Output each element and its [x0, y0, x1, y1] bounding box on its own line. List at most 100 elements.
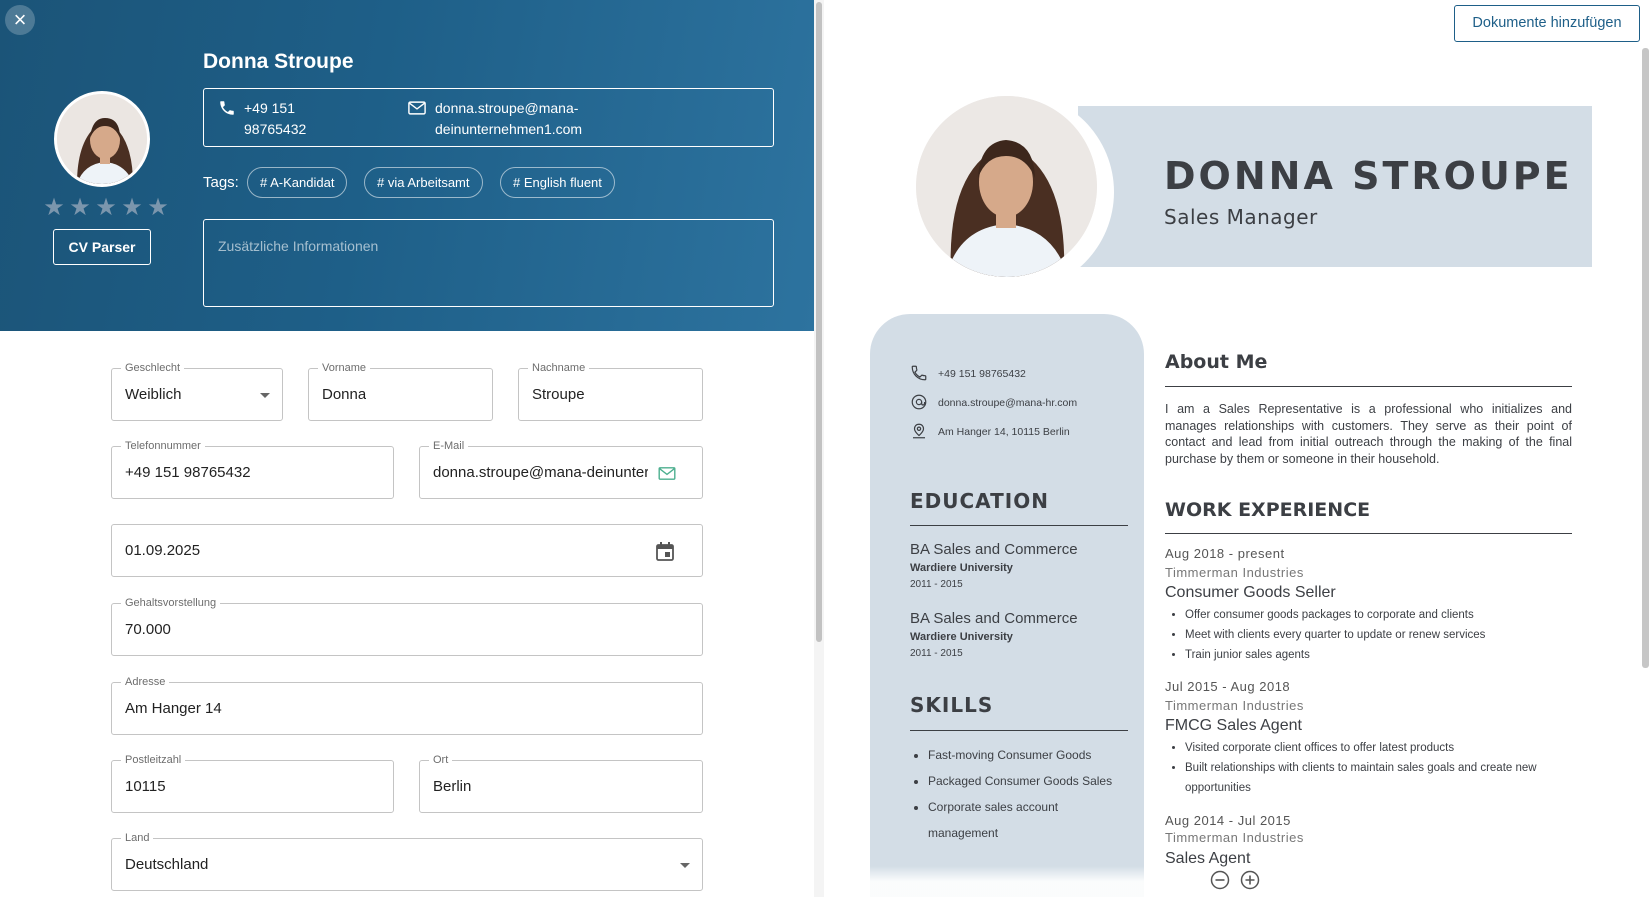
header-phone[interactable]: +49 151 98765432 [244, 98, 354, 140]
last-name-field[interactable]: Nachname Stroupe [518, 361, 703, 421]
education-degree: BA Sales and Commerce [910, 541, 1078, 558]
cv-photo [916, 96, 1097, 277]
tag-chip[interactable]: # A-Kandidat [247, 167, 348, 198]
star-icon[interactable]: ★ [42, 196, 66, 220]
phone-icon [911, 365, 927, 381]
skill-item: Corporate sales account management [928, 794, 1130, 846]
gender-value: Weiblich [125, 386, 182, 403]
header-email[interactable]: donna.stroupe@mana-deinunternehmen1.com [435, 98, 625, 140]
star-icon[interactable]: ★ [146, 196, 170, 220]
gender-select[interactable]: Geschlecht Weiblich [111, 361, 283, 421]
job-title: FMCG Sales Agent [1165, 717, 1302, 734]
chevron-down-icon[interactable] [680, 863, 690, 868]
job-bullet: Built relationships with clients to main… [1185, 758, 1565, 798]
last-name-label: Nachname [528, 361, 590, 375]
candidate-edit-panel: × ★ ★ ★ ★ ★ CV Parser Donna Stroupe +49 … [0, 0, 814, 897]
phone-field[interactable]: Telefonnummer +49 151 98765432 [111, 439, 394, 499]
right-scrollbar-thumb[interactable] [1642, 48, 1649, 668]
location-pin-icon [913, 423, 925, 439]
education-degree: BA Sales and Commerce [910, 610, 1078, 627]
tag-chip[interactable]: # via Arbeitsamt [364, 167, 483, 198]
cv-parser-button[interactable]: CV Parser [53, 229, 151, 265]
first-name-value[interactable]: Donna [322, 386, 366, 403]
work-divider [1165, 533, 1572, 534]
address-field[interactable]: Adresse Am Hanger 14 [111, 675, 703, 735]
education-school: Wardiere University [910, 562, 1013, 574]
job-dates: Aug 2018 - present [1165, 546, 1285, 561]
skills-list: Fast-moving Consumer Goods Packaged Cons… [910, 742, 1130, 846]
country-label: Land [121, 831, 154, 845]
education-school: Wardiere University [910, 631, 1013, 643]
job-dates: Jul 2015 - Aug 2018 [1165, 679, 1291, 694]
zip-value[interactable]: 10115 [125, 778, 166, 795]
star-icon[interactable]: ★ [94, 196, 118, 220]
avatar [54, 91, 150, 187]
education-years: 2011 - 2015 [910, 579, 963, 590]
tags-label: Tags: [203, 174, 239, 191]
salary-field[interactable]: Gehaltsvorstellung 70.000 [111, 596, 703, 656]
salary-label: Gehaltsvorstellung [121, 596, 221, 610]
email-field[interactable]: E-Mail donna.stroupe@mana-deinunternehme… [419, 439, 703, 499]
close-icon[interactable]: × [5, 5, 35, 35]
calendar-icon[interactable] [655, 541, 675, 562]
zoom-in-icon[interactable] [1240, 870, 1260, 890]
address-value[interactable]: Am Hanger 14 [125, 700, 222, 717]
candidate-header: × ★ ★ ★ ★ ★ CV Parser Donna Stroupe +49 … [0, 0, 814, 331]
zoom-controls [1210, 870, 1260, 890]
left-scrollbar-thumb[interactable] [816, 2, 822, 642]
job-bullets: Offer consumer goods packages to corpora… [1165, 605, 1565, 665]
education-heading: EDUCATION [910, 489, 1049, 513]
skills-divider [910, 730, 1128, 731]
mail-icon [408, 101, 426, 115]
start-date-field[interactable]: 01.09.2025 [111, 524, 703, 577]
country-value: Deutschland [125, 856, 209, 873]
country-select[interactable]: Land Deutschland [111, 831, 703, 891]
candidate-name: Donna Stroupe [203, 50, 354, 73]
tag-chip[interactable]: # English fluent [500, 167, 615, 198]
job-bullet: Offer consumer goods packages to corpora… [1185, 605, 1565, 625]
mail-icon[interactable] [658, 467, 676, 480]
education-divider [910, 525, 1128, 526]
zoom-out-icon[interactable] [1210, 870, 1230, 890]
city-label: Ort [429, 753, 453, 767]
job-company: Timmerman Industries [1165, 698, 1304, 713]
salary-value[interactable]: 70.000 [125, 621, 171, 638]
first-name-label: Vorname [318, 361, 371, 375]
cv-main-column: About Me I am a Sales Representative is … [1165, 0, 1575, 897]
at-icon [911, 394, 927, 410]
cv-phone-text: +49 151 98765432 [938, 368, 1026, 380]
zip-field[interactable]: Postleitzahl 10115 [111, 753, 394, 813]
chevron-down-icon[interactable] [260, 393, 270, 398]
education-years: 2011 - 2015 [910, 648, 963, 659]
about-heading: About Me [1165, 351, 1268, 373]
cv-address-text: Am Hanger 14, 10115 Berlin [938, 426, 1070, 438]
start-date-value[interactable]: 01.09.2025 [125, 542, 200, 559]
first-name-field[interactable]: Vorname Donna [308, 361, 493, 421]
address-label: Adresse [121, 675, 170, 689]
additional-info-textarea[interactable] [203, 219, 774, 307]
phone-label: Telefonnummer [121, 439, 205, 453]
email-label: E-Mail [429, 439, 469, 453]
about-text: I am a Sales Representative is a profess… [1165, 402, 1572, 466]
job-title: Consumer Goods Seller [1165, 584, 1336, 601]
phone-value[interactable]: +49 151 98765432 [125, 464, 251, 481]
email-value[interactable]: donna.stroupe@mana-deinunternehmen1.com [433, 464, 648, 481]
skills-heading: SKILLS [910, 693, 994, 717]
cv-email-text: donna.stroupe@mana-hr.com [938, 397, 1078, 409]
city-field[interactable]: Ort Berlin [419, 753, 703, 813]
cv-preview-panel: Dokumente hinzufügen DONNA STROUPE Sales… [824, 0, 1652, 897]
skill-item: Packaged Consumer Goods Sales [928, 768, 1130, 794]
phone-icon [220, 101, 234, 115]
city-value[interactable]: Berlin [433, 778, 471, 795]
rating-stars[interactable]: ★ ★ ★ ★ ★ [42, 196, 170, 220]
star-icon[interactable]: ★ [120, 196, 144, 220]
last-name-value[interactable]: Stroupe [532, 386, 585, 403]
work-heading: WORK EXPERIENCE [1165, 499, 1371, 521]
job-bullet: Train junior sales agents [1185, 645, 1565, 665]
gender-label: Geschlecht [121, 361, 185, 375]
job-company: Timmerman Industries [1165, 565, 1304, 580]
job-bullet: Meet with clients every quarter to updat… [1185, 625, 1565, 645]
job-dates: Aug 2014 - Jul 2015 [1165, 813, 1291, 828]
about-divider [1165, 386, 1572, 387]
star-icon[interactable]: ★ [68, 196, 92, 220]
